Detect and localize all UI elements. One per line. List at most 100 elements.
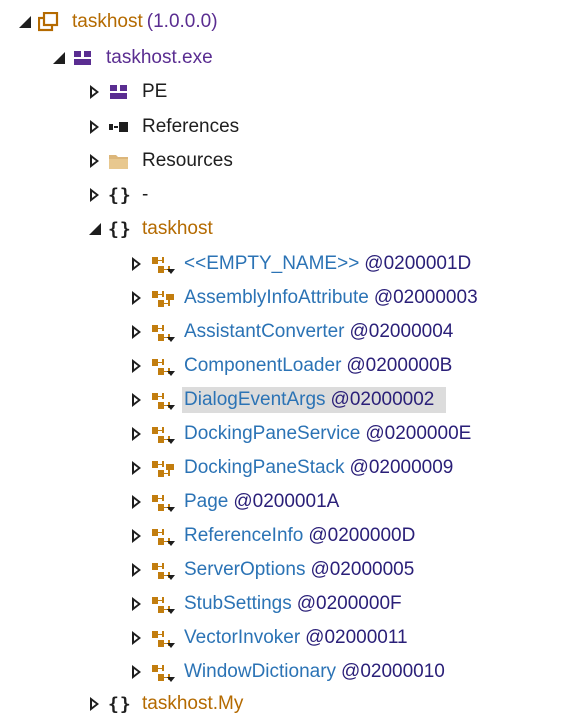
assembly-name: taskhost: [72, 11, 143, 32]
tree-node-type[interactable]: ComponentLoader @0200000B: [130, 350, 452, 382]
namespace-icon: {}: [108, 219, 132, 240]
tree-node-type-selected[interactable]: DialogEventArgs @02000002: [130, 384, 447, 416]
class-icon: [150, 526, 175, 546]
type-name: <<EMPTY_NAME>>: [184, 253, 360, 274]
assembly-version: (1.0.0.0): [146, 11, 218, 32]
class-icon: [150, 254, 175, 274]
class-icon: [150, 322, 175, 342]
type-token: @02000005: [310, 559, 415, 580]
type-name: WindowDictionary: [184, 661, 337, 682]
class-icon: [150, 492, 175, 512]
tree-node-resources[interactable]: Resources: [88, 145, 233, 177]
type-name: AssistantConverter: [184, 321, 345, 342]
type-token: @0200000E: [365, 423, 472, 444]
resources-label: Resources: [142, 150, 233, 171]
namespace-icon: {}: [108, 185, 132, 206]
tree-node-module[interactable]: taskhost.exe: [52, 42, 213, 74]
namespace-label: -: [142, 184, 149, 205]
tree-node-type[interactable]: ServerOptions @02000005: [130, 554, 414, 586]
type-token: @02000003: [373, 287, 478, 308]
type-name: VectorInvoker: [184, 627, 301, 648]
folder-icon: [108, 151, 130, 171]
class-icon: [150, 662, 175, 682]
collapse-arrow-icon[interactable]: [130, 256, 144, 272]
type-name: ReferenceInfo: [184, 525, 304, 546]
type-name: StubSettings: [184, 593, 292, 614]
tree-node-namespace-taskhost[interactable]: {} taskhost: [88, 213, 213, 245]
tree-node-type[interactable]: <<EMPTY_NAME>> @0200001D: [130, 248, 471, 280]
collapse-arrow-icon[interactable]: [130, 392, 144, 408]
collapse-arrow-icon[interactable]: [130, 562, 144, 578]
assembly-explorer-tree: taskhost (1.0.0.0) taskhost.exe PE Refer…: [0, 0, 563, 716]
collapse-arrow-icon[interactable]: [88, 84, 102, 100]
type-name: DockingPaneService: [184, 423, 361, 444]
selection-highlight: DialogEventArgs @02000002: [182, 387, 447, 413]
module-name: taskhost.exe: [106, 47, 213, 68]
collapse-arrow-icon[interactable]: [130, 494, 144, 510]
assembly-icon: [38, 12, 60, 32]
type-token: @0200000D: [308, 525, 416, 546]
collapse-arrow-icon[interactable]: [130, 664, 144, 680]
collapse-arrow-icon[interactable]: [130, 426, 144, 442]
references-label: References: [142, 116, 240, 137]
class-icon: [150, 390, 175, 410]
tree-node-type[interactable]: Page @0200001A: [130, 486, 339, 518]
tree-node-namespace-taskhost-my[interactable]: {} taskhost.My: [88, 688, 243, 720]
type-name: DockingPaneStack: [184, 457, 345, 478]
expand-arrow-icon[interactable]: [52, 50, 66, 66]
module-icon: [72, 48, 94, 68]
type-token: @0200000F: [296, 593, 402, 614]
type-token: @0200000B: [346, 355, 453, 376]
type-token: @02000002: [330, 389, 435, 410]
collapse-arrow-icon[interactable]: [130, 630, 144, 646]
collapse-arrow-icon[interactable]: [130, 596, 144, 612]
references-icon: [108, 117, 130, 137]
expand-arrow-icon[interactable]: [88, 221, 102, 237]
tree-node-type[interactable]: ReferenceInfo @0200000D: [130, 520, 415, 552]
collapse-arrow-icon[interactable]: [130, 460, 144, 476]
expand-arrow-icon[interactable]: [18, 14, 32, 30]
tree-node-assembly[interactable]: taskhost (1.0.0.0): [18, 6, 218, 38]
tree-node-empty-namespace[interactable]: {} -: [88, 179, 148, 211]
class-icon: [150, 424, 175, 444]
namespace-label: taskhost.My: [142, 693, 244, 714]
pe-label: PE: [142, 81, 168, 102]
class-icon: [150, 560, 175, 580]
type-name: ServerOptions: [184, 559, 306, 580]
collapse-arrow-icon[interactable]: [88, 119, 102, 135]
tree-node-type[interactable]: StubSettings @0200000F: [130, 588, 402, 620]
tree-node-type[interactable]: AssemblyInfoAttribute @02000003: [130, 282, 478, 314]
collapse-arrow-icon[interactable]: [88, 187, 102, 203]
type-token: @0200001D: [364, 253, 472, 274]
collapse-arrow-icon[interactable]: [130, 528, 144, 544]
namespace-icon: {}: [108, 694, 132, 715]
collapse-arrow-icon[interactable]: [130, 358, 144, 374]
type-name: AssemblyInfoAttribute: [184, 287, 369, 308]
type-name: DialogEventArgs: [184, 389, 326, 410]
tree-node-type[interactable]: WindowDictionary @02000010: [130, 656, 445, 688]
tree-node-type[interactable]: AssistantConverter @02000004: [130, 316, 453, 348]
collapse-arrow-icon[interactable]: [88, 696, 102, 712]
tree-node-type[interactable]: DockingPaneService @0200000E: [130, 418, 471, 450]
tree-node-type[interactable]: VectorInvoker @02000011: [130, 622, 408, 654]
type-token: @02000009: [349, 457, 454, 478]
tree-node-references[interactable]: References: [88, 111, 239, 143]
type-token: @02000010: [341, 661, 445, 682]
class-icon: [150, 628, 175, 648]
type-name: ComponentLoader: [184, 355, 342, 376]
collapse-arrow-icon[interactable]: [88, 153, 102, 169]
type-token: @02000011: [305, 627, 408, 648]
type-token: @02000004: [349, 321, 454, 342]
attribute-class-icon: [150, 458, 174, 478]
attribute-class-icon: [150, 288, 174, 308]
tree-node-pe[interactable]: PE: [88, 76, 167, 108]
class-icon: [150, 356, 175, 376]
collapse-arrow-icon[interactable]: [130, 324, 144, 340]
pe-icon: [108, 82, 130, 102]
type-token: @0200001A: [233, 491, 340, 512]
namespace-label: taskhost: [142, 218, 213, 239]
class-icon: [150, 594, 175, 614]
collapse-arrow-icon[interactable]: [130, 290, 144, 306]
type-name: Page: [184, 491, 229, 512]
tree-node-type[interactable]: DockingPaneStack @02000009: [130, 452, 453, 484]
